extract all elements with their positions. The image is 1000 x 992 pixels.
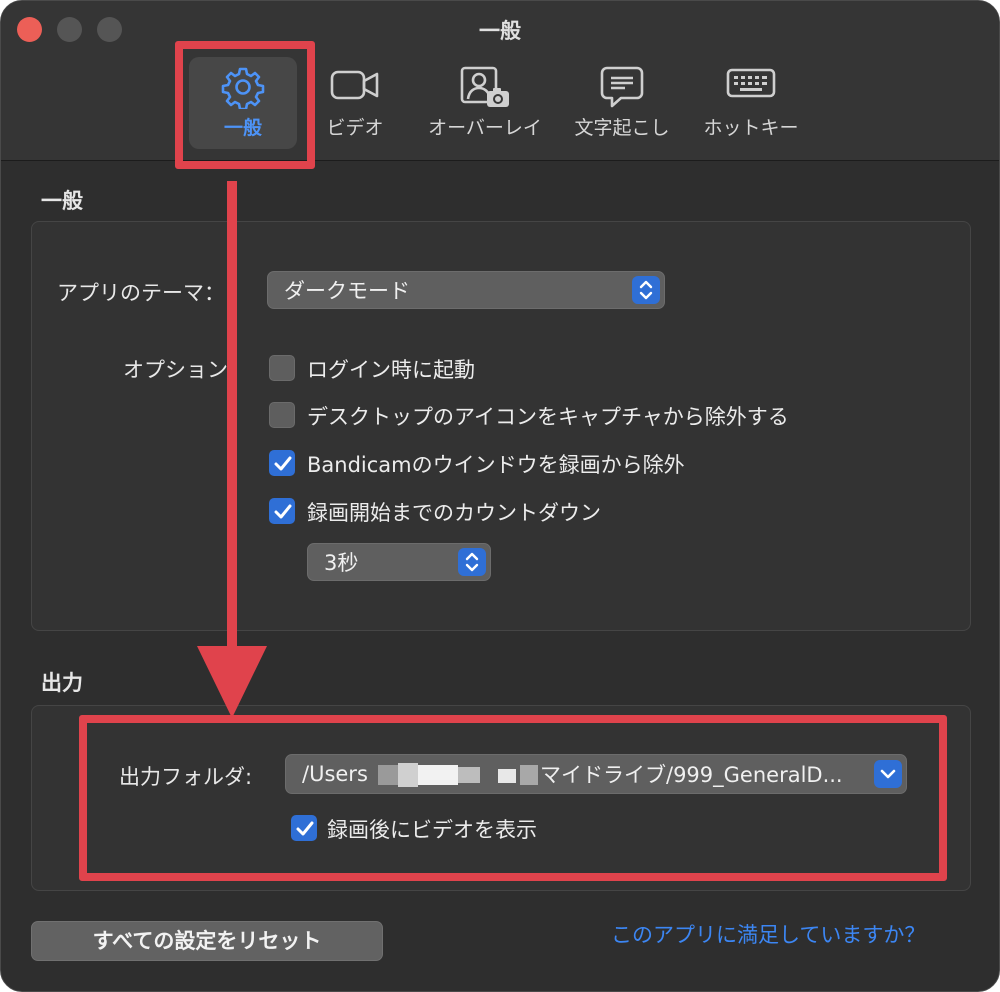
- up-down-chevron-icon: [632, 276, 660, 304]
- checkmark-icon: [274, 456, 292, 471]
- countdown-label: 録画開始までのカウントダウン: [307, 501, 601, 525]
- window-title: 一般: [479, 19, 521, 43]
- keyboard-icon: [725, 65, 777, 106]
- webcam-overlay-icon: [459, 65, 511, 116]
- annotation-highlight-general-tab: [175, 41, 315, 169]
- theme-select-value: ダークモード: [284, 279, 410, 303]
- tab-video-label: ビデオ: [326, 117, 384, 139]
- speech-bubble-icon: [599, 65, 645, 114]
- general-section-title: 一般: [41, 189, 83, 213]
- theme-label: アプリのテーマ：: [57, 281, 225, 305]
- reset-all-settings-button[interactable]: すべての設定をリセット: [31, 921, 383, 961]
- tab-transcription[interactable]: 文字起こし: [569, 57, 675, 149]
- preferences-window: 一般 一般 ビデオ オーバーレイ 文字起こし ホットキー 一般 アプリのテーマ：…: [0, 0, 1000, 992]
- annotation-arrow-head: [197, 646, 267, 718]
- theme-select[interactable]: ダークモード: [267, 271, 665, 309]
- launch-at-login-label: ログイン時に起動: [307, 358, 475, 382]
- exclude-desktop-icons-checkbox[interactable]: [269, 402, 295, 428]
- annotation-highlight-output-folder: [79, 715, 947, 881]
- exclude-desktop-icons-label: デスクトップのアイコンをキャプチャから除外する: [307, 405, 789, 429]
- tab-hotkey-label: ホットキー: [703, 117, 799, 139]
- tab-transcription-label: 文字起こし: [574, 117, 670, 139]
- exclude-bandicam-window-label: Bandicamのウインドウを録画から除外: [307, 453, 685, 477]
- tab-hotkey[interactable]: ホットキー: [697, 57, 805, 149]
- title-bar: 一般 一般 ビデオ オーバーレイ 文字起こし ホットキー: [1, 1, 999, 161]
- video-camera-icon: [329, 65, 381, 110]
- countdown-select[interactable]: 3秒: [307, 543, 491, 581]
- tab-overlay-label: オーバーレイ: [428, 117, 542, 139]
- launch-at-login-checkbox[interactable]: [269, 355, 295, 381]
- output-section-title: 出力: [41, 671, 83, 695]
- countdown-checkbox[interactable]: [269, 498, 295, 524]
- countdown-select-value: 3秒: [324, 551, 359, 575]
- annotation-arrow-shaft: [227, 181, 237, 651]
- checkmark-icon: [274, 504, 292, 519]
- tab-video[interactable]: ビデオ: [319, 57, 391, 149]
- app-satisfaction-link[interactable]: このアプリに満足していますか？: [611, 919, 925, 949]
- tab-overlay[interactable]: オーバーレイ: [421, 57, 549, 149]
- exclude-bandicam-window-checkbox[interactable]: [269, 450, 295, 476]
- up-down-chevron-icon: [458, 548, 486, 576]
